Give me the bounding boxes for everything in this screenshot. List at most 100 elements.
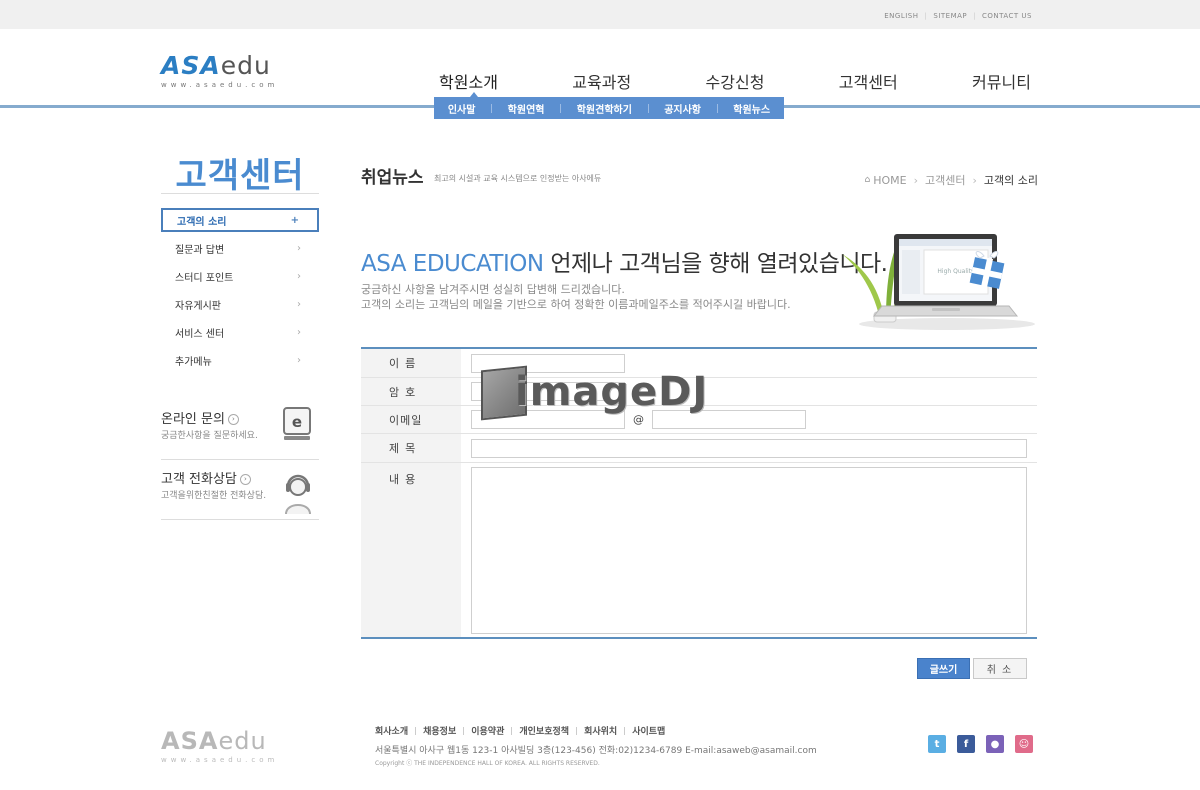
phone-consult-title: 고객 전화상담 — [161, 472, 237, 487]
utility-bar: ENGLISH | SITEMAP | CONTACT US — [0, 0, 1200, 29]
sidebar-item-label: 자유게시판 — [175, 300, 221, 312]
facebook-icon[interactable]: f — [957, 735, 975, 753]
sidebar-divider — [161, 193, 319, 194]
footer-link-location[interactable]: 회사위치 — [584, 724, 617, 737]
sidebar-item-extra-menu[interactable]: 추가메뉴 › — [161, 346, 319, 374]
banner-heading: ASA EDUCATION 언제나 고객님을 향해 열려있습니다. — [361, 244, 888, 278]
subnav-item-tour[interactable]: 학원견학하기 — [577, 101, 632, 116]
cancel-button[interactable]: 취소 — [973, 658, 1027, 679]
banner-heading-rest: 언제나 고객님을 향해 열려있습니다. — [543, 251, 888, 277]
location-pin-icon[interactable]: ● — [986, 735, 1004, 753]
twitter-icon[interactable]: t — [928, 735, 946, 753]
sidebar-item-study-point[interactable]: 스터디 포인트 › — [161, 262, 319, 290]
main-nav: 학원소개 교육과정 수강신청 고객센터 커뮤니티 — [402, 69, 1068, 93]
arrow-circle-icon: › — [227, 414, 239, 425]
form-row-content: 내용 — [361, 463, 1037, 637]
laptop-screen-text: High Quality — [937, 268, 975, 275]
sitemap-link[interactable]: SITEMAP — [927, 12, 973, 20]
online-inquiry-title: 온라인 문의 — [161, 412, 225, 427]
nav-item-about[interactable]: 학원소개 — [402, 69, 535, 93]
footer-logo-edu: edu — [218, 727, 267, 755]
logo-edu: edu — [220, 51, 271, 80]
footer-link-recruit[interactable]: 채용정보 — [423, 724, 456, 737]
chevron-right-icon: › — [297, 242, 301, 254]
chevron-right-icon: › — [297, 298, 301, 310]
page-title: 취업뉴스 — [361, 168, 424, 188]
subnav-item-history[interactable]: 학원연혁 — [508, 101, 545, 116]
english-link[interactable]: ENGLISH — [878, 12, 924, 20]
sidebar-item-qna[interactable]: 질문과 답변 › — [161, 234, 319, 262]
sidebar-item-label: 고객의 소리 — [177, 216, 227, 228]
nav-item-community[interactable]: 커뮤니티 — [935, 69, 1068, 93]
breadcrumb-section[interactable]: 고객센터 — [925, 172, 965, 188]
chevron-right-icon: › — [297, 354, 301, 366]
footer-link-privacy[interactable]: 개인보호정책 — [519, 724, 569, 737]
submit-button[interactable]: 글쓰기 — [917, 658, 970, 679]
name-label: 이름 — [361, 349, 461, 377]
watermark-text: imageDJ — [515, 369, 709, 415]
svg-text:e: e — [292, 413, 302, 431]
sidebar-item-service-center[interactable]: 서비스 센터 › — [161, 318, 319, 346]
subnav-item-greeting[interactable]: 인사말 — [448, 101, 476, 116]
password-label: 암호 — [361, 378, 461, 405]
footer-logo-url: www.asaedu.com — [161, 756, 279, 764]
chevron-right-icon: › — [913, 173, 918, 187]
sidebar-item-free-board[interactable]: 자유게시판 › — [161, 290, 319, 318]
email-label: 이메일 — [361, 406, 461, 433]
watermark: imageDJ — [481, 365, 721, 422]
footer-address: 서울특별시 아사구 웹1동 123-1 아사빌딩 3층(123-456) 전화:… — [375, 746, 817, 756]
footer-logo[interactable]: ASAedu www.asaedu.com — [161, 729, 278, 764]
footer-logo-asa: ASA — [161, 727, 219, 755]
breadcrumb-current: 고객의 소리 — [983, 174, 1038, 187]
sidebar-item-label: 스터디 포인트 — [175, 272, 234, 284]
sidebar-menu: 고객의 소리 + 질문과 답변 › 스터디 포인트 › 자유게시판 › 서비스 … — [161, 208, 319, 374]
nav-item-customer-center[interactable]: 고객센터 — [802, 69, 935, 93]
headset-icon — [283, 470, 313, 522]
subject-input[interactable] — [471, 438, 1027, 458]
banner-line-1: 궁금하신 사항을 남겨주시면 성실히 답변해 드리겠습니다. — [361, 283, 625, 296]
plus-icon: + — [290, 214, 299, 226]
logo-url: www.asaedu.com — [161, 81, 279, 89]
sidebar-item-customer-voice[interactable]: 고객의 소리 + — [161, 208, 319, 232]
contact-us-link[interactable]: CONTACT US — [976, 12, 1038, 20]
form-row-subject: 제목 — [361, 434, 1037, 463]
sidebar-item-label: 추가메뉴 — [175, 356, 212, 368]
utility-links: ENGLISH | SITEMAP | CONTACT US — [878, 12, 1038, 20]
e-monitor-icon: e — [281, 406, 313, 446]
sidebar-title: 고객센터 — [175, 156, 305, 196]
footer-links: 회사소개 채용정보 이용약관 개인보호정책 회사위치 사이트맵 — [375, 724, 665, 737]
content-label: 내용 — [361, 463, 461, 637]
subnav-item-news[interactable]: 학원뉴스 — [733, 101, 770, 116]
chevron-right-icon: › — [297, 270, 301, 282]
online-inquiry-desc: 궁금한사항을 질문하세요. — [161, 431, 258, 441]
footer-link-company[interactable]: 회사소개 — [375, 724, 408, 737]
content-textarea[interactable] — [471, 467, 1027, 634]
chevron-right-icon: › — [972, 173, 977, 187]
subject-label: 제목 — [361, 434, 461, 462]
nav-item-registration[interactable]: 수강신청 — [669, 69, 802, 93]
chevron-right-icon: › — [297, 326, 301, 338]
sidebar-item-label: 질문과 답변 — [175, 244, 225, 256]
site-logo[interactable]: ASAedu www.asaedu.com — [161, 53, 278, 89]
sub-nav: 인사말 학원연혁 학원견학하기 공지사항 학원뉴스 — [434, 92, 784, 119]
banner-heading-accent: ASA EDUCATION — [361, 251, 544, 277]
subnav-item-notice[interactable]: 공지사항 — [664, 101, 701, 116]
banner-line-2: 고객의 소리는 고객님의 메일을 기반으로 하여 정확한 이름과메일주소를 적어… — [361, 298, 791, 311]
banner-description: 궁금하신 사항을 남겨주시면 성실히 답변해 드리겠습니다. 고객의 소리는 고… — [361, 282, 791, 312]
social-links: t f ● ☺ — [928, 735, 1033, 753]
breadcrumb: ⌂ HOME › 고객센터 › 고객의 소리 — [865, 172, 1039, 188]
home-icon: ⌂ — [864, 175, 871, 185]
phone-consult-promo[interactable]: 고객 전화상담 › 고객을위한친절한 전화상담. — [161, 460, 319, 520]
phone-consult-desc: 고객을위한친절한 전화상담. — [161, 491, 267, 501]
online-inquiry-promo[interactable]: 온라인 문의 › 궁금한사항을 질문하세요. e — [161, 400, 319, 460]
laptop-illustration: High Quality — [842, 224, 1037, 338]
character-icon[interactable]: ☺ — [1015, 735, 1033, 753]
breadcrumb-home[interactable]: HOME — [873, 174, 906, 187]
footer-link-sitemap[interactable]: 사이트맵 — [632, 724, 665, 737]
nav-item-courses[interactable]: 교육과정 — [535, 69, 668, 93]
arrow-circle-icon: › — [239, 474, 251, 485]
footer-copyright: Copyright ⓒ THE INDEPENDENCE HALL OF KOR… — [375, 760, 600, 767]
sidebar-item-label: 서비스 센터 — [175, 328, 225, 340]
footer-link-terms[interactable]: 이용약관 — [471, 724, 504, 737]
page-subtitle: 최고의 시설과 교육 시스템으로 인정받는 아사에듀 — [434, 174, 602, 183]
